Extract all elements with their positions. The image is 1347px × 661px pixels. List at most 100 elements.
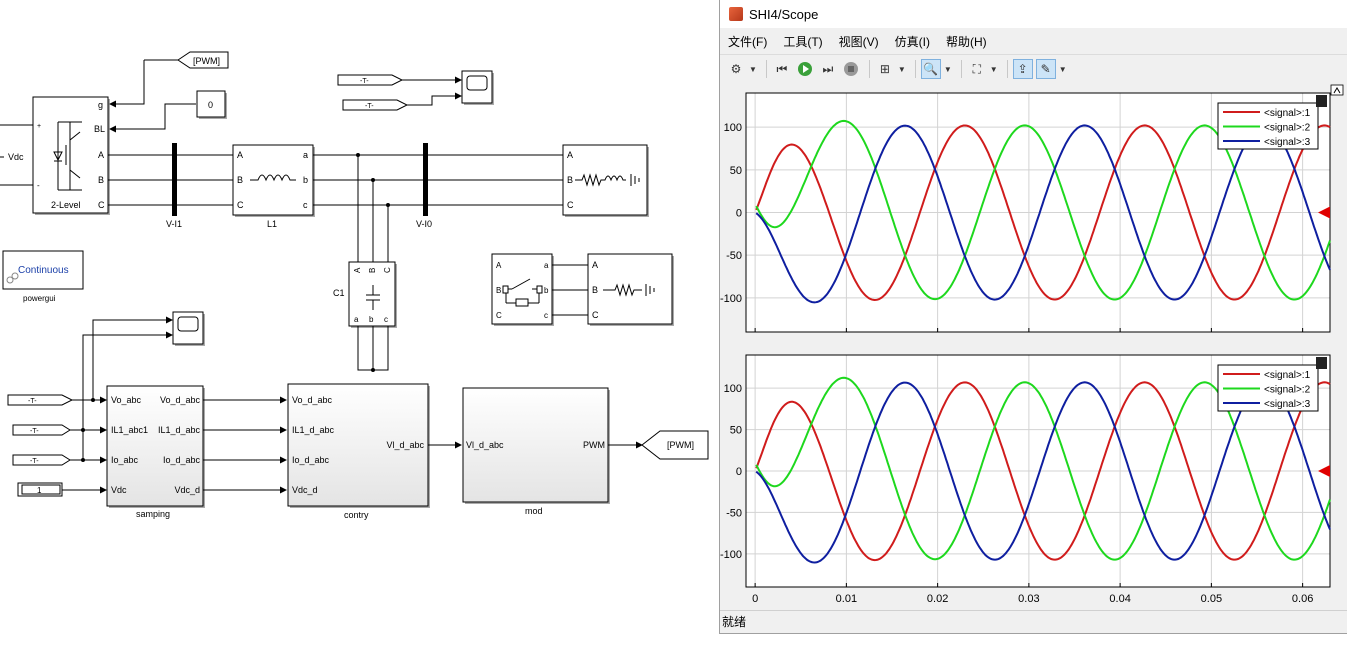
samping-subsystem[interactable]: Vo_abc IL1_abc1 Io_abc Vdc Vo_d_abc IL1_…	[106, 385, 205, 519]
constant-zero-label: 0	[208, 100, 213, 110]
legend-label: <signal>:3	[1264, 137, 1311, 148]
corner-toggle-icon	[1316, 357, 1327, 369]
l1-port-b-out: b	[303, 175, 308, 185]
fit-icon[interactable]: ⛶	[967, 59, 987, 79]
inverter-name: 2-Level	[51, 200, 81, 210]
pwm-goto-label: [PWM]	[193, 56, 220, 66]
edit-icon[interactable]: ✎	[1035, 59, 1056, 79]
c1-capacitor-block[interactable]: C1 A B C a b c	[333, 261, 397, 328]
x-tick-label: 0.05	[1201, 593, 1222, 605]
menu-file[interactable]: 文件(F)	[728, 33, 767, 50]
y-tick-label: -100	[720, 293, 742, 305]
y-tick-label: 100	[724, 122, 742, 134]
contry-in-1: Vo_d_abc	[292, 395, 333, 405]
l1-inductor-block[interactable]: A B C a b c L1	[232, 144, 315, 229]
from-tag-io[interactable]: -T-	[12, 454, 71, 466]
dc-source-block[interactable]: Vdc	[0, 124, 33, 186]
chevron-down-icon[interactable]: ▼	[944, 65, 952, 74]
legend-label: <signal>:2	[1264, 385, 1311, 396]
undock-icon[interactable]	[1330, 84, 1344, 96]
step-back-icon[interactable]: ⏮	[772, 59, 792, 79]
scope-window[interactable]: SHI4/Scope 文件(F) 工具(T) 视图(V) 仿真(I) 帮助(H)…	[719, 0, 1347, 634]
legend-label: <signal>:1	[1264, 370, 1311, 381]
from-tag-1-label: -T-	[360, 78, 369, 85]
constant-zero-block[interactable]: 0	[196, 90, 227, 119]
inverter-port-a: A	[98, 150, 104, 160]
load-port-a: A	[567, 150, 573, 160]
signal-select-icon[interactable]: ⊞	[875, 59, 895, 79]
zoom-icon[interactable]: 🔍	[920, 59, 941, 79]
breaker-port-a: A	[496, 261, 502, 270]
gear-icon[interactable]: ⚙	[726, 59, 746, 79]
y-tick-label: 0	[736, 466, 742, 478]
c1-name: C1	[333, 288, 345, 298]
scope-titlebar[interactable]: SHI4/Scope	[720, 0, 1347, 28]
vi1-measurement-block[interactable]: V-I1	[166, 143, 182, 229]
corner-toggle-icon	[1316, 95, 1327, 107]
menu-tools[interactable]: 工具(T)	[783, 33, 822, 50]
contry-in-2: IL1_d_abc	[292, 425, 335, 435]
inverter-port-minus: -	[37, 181, 40, 190]
inverter-port-b: B	[98, 175, 104, 185]
from-tag-2-label: -T-	[365, 103, 374, 110]
c1-port-a: A	[353, 267, 362, 273]
r-load-block[interactable]: A B C	[587, 253, 674, 326]
y-tick-label: 50	[730, 425, 742, 437]
highlight-icon[interactable]: ⇪	[1012, 59, 1033, 79]
samping-in-4: Vdc	[111, 485, 127, 495]
axes-top[interactable]: 100500-50-100<signal>:1<signal>:2<signal…	[720, 92, 1331, 333]
samping-out-2: IL1_d_abc	[158, 425, 201, 435]
contry-name: contry	[344, 510, 369, 520]
l1-name: L1	[267, 219, 277, 229]
powergui-block[interactable]: Continuous powergui	[2, 250, 84, 303]
menu-help[interactable]: 帮助(H)	[946, 33, 987, 50]
l1-port-c-out: c	[303, 200, 308, 210]
breaker-block[interactable]: A B C a b c	[491, 253, 554, 326]
menu-view[interactable]: 视图(V)	[839, 33, 879, 50]
breaker-port-b-out: b	[544, 286, 549, 295]
vi0-label: V-I0	[416, 219, 432, 229]
chevron-down-icon[interactable]: ▼	[898, 65, 906, 74]
l1-port-a-out: a	[303, 150, 308, 160]
scope-menubar: 文件(F) 工具(T) 视图(V) 仿真(I) 帮助(H)	[720, 28, 1347, 54]
run-icon[interactable]	[795, 59, 815, 79]
constant-one-label: 1	[37, 486, 42, 495]
menu-simulation[interactable]: 仿真(I)	[895, 33, 930, 50]
constant-one-block[interactable]: 1	[17, 482, 63, 497]
from-tag-il1[interactable]: -T-	[12, 424, 71, 436]
legend-label: <signal>:1	[1264, 108, 1311, 119]
chevron-down-icon[interactable]: ▼	[1059, 65, 1067, 74]
mod-subsystem[interactable]: Vl_d_abc PWM mod	[462, 387, 610, 516]
from-tag-1[interactable]: -T-	[337, 74, 404, 86]
vdc-label: Vdc	[8, 152, 24, 162]
pwm-goto-tag[interactable]: [PWM]	[177, 51, 229, 69]
scope-block-top[interactable]	[461, 70, 494, 105]
c1-port-c-bottom: c	[384, 315, 388, 324]
r-load-port-a: A	[592, 260, 598, 270]
pwm-from-tag[interactable]: [PWM]	[641, 430, 709, 460]
pwm-from-label: [PWM]	[667, 440, 694, 450]
c1-port-a-bottom: a	[354, 315, 359, 324]
from-tag-vo[interactable]: -T-	[7, 394, 74, 406]
chevron-down-icon[interactable]: ▼	[990, 65, 998, 74]
step-forward-icon[interactable]: ⏭	[818, 59, 838, 79]
scope-block-lower[interactable]	[172, 311, 205, 346]
c1-port-c: C	[383, 267, 392, 273]
contry-subsystem[interactable]: Vo_d_abc IL1_d_abc Io_d_abc Vdc_d Vl_d_a…	[287, 383, 430, 520]
from-tag-2[interactable]: -T-	[342, 99, 409, 111]
samping-out-3: Io_d_abc	[163, 455, 201, 465]
stop-icon[interactable]	[841, 59, 861, 79]
breaker-port-c-out: c	[544, 311, 548, 320]
scope-plot-area[interactable]: 100 50 0 -50 -100 <signal>:1 <signal>:2 <signal…	[720, 82, 1347, 608]
contry-in-4: Vdc_d	[292, 485, 318, 495]
rl-load-block[interactable]: A B C	[562, 144, 649, 217]
samping-in-1: Vo_abc	[111, 395, 142, 405]
axes-bottom[interactable]: 0 0.01 0.02 0.03 0.04 0.05 0.06 100 50 0 -50 -100 <s…	[720, 354, 1331, 605]
y-tick-label: -50	[726, 507, 742, 519]
contry-out: Vl_d_abc	[386, 440, 424, 450]
two-level-inverter-block[interactable]: + - g BL A B C 2-Level	[32, 96, 110, 215]
load-port-b: B	[567, 175, 573, 185]
vi0-measurement-block[interactable]: V-I0	[416, 143, 432, 229]
inverter-port-bl: BL	[94, 124, 105, 134]
chevron-down-icon[interactable]: ▼	[749, 65, 757, 74]
